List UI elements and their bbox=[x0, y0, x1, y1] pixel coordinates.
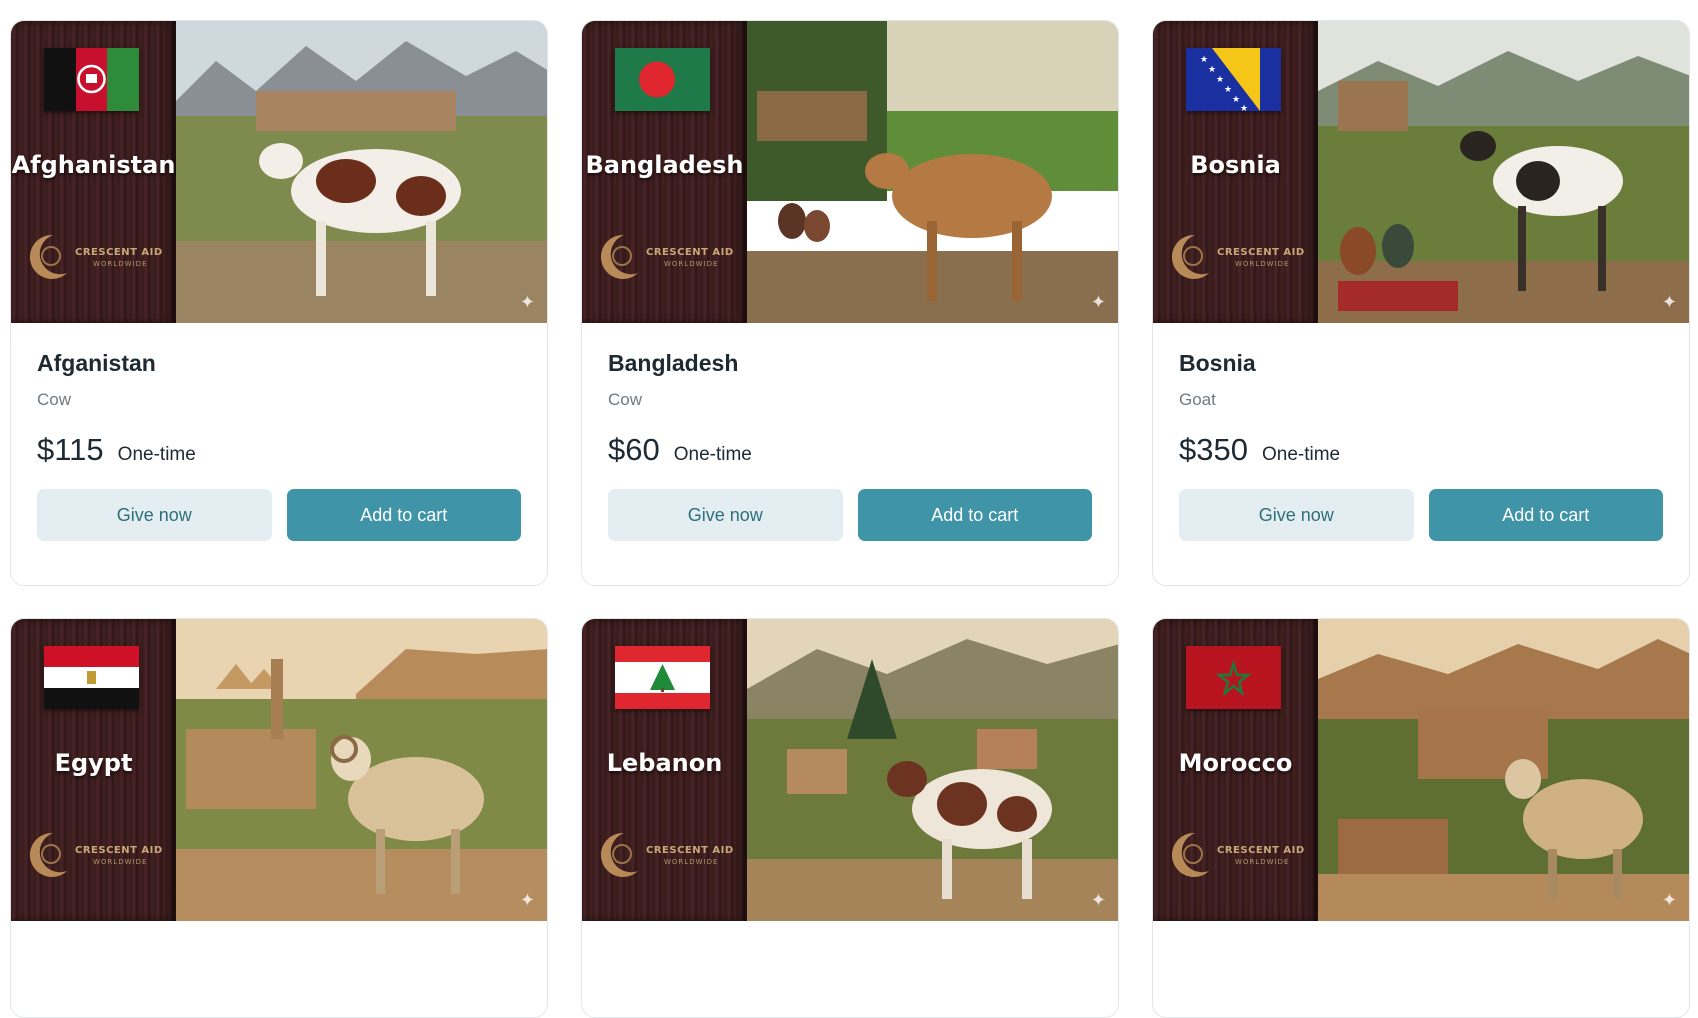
banner-wood-panel: ★ ★ ★ ★ ★ ★ Bosnia CRESCENT AID WORLDWID… bbox=[1153, 21, 1318, 323]
product-banner[interactable]: Bangladesh CRESCENT AID WORLDWIDE ✦ bbox=[582, 21, 1118, 323]
sheep-pyramids-illustration bbox=[176, 619, 547, 921]
crescent-aid-logo-icon: CRESCENT AID WORLDWIDE bbox=[27, 829, 172, 889]
add-to-cart-button[interactable]: Add to cart bbox=[857, 489, 1092, 541]
sparkle-icon: ✦ bbox=[1090, 890, 1106, 910]
banner-wood-panel: Egypt CRESCENT AID WORLDWIDE bbox=[11, 619, 176, 921]
frequency: One-time bbox=[673, 444, 752, 465]
morocco-flag-icon bbox=[1186, 646, 1281, 709]
price-row: $350 One-time bbox=[1179, 432, 1663, 472]
svg-text:★: ★ bbox=[1200, 54, 1208, 64]
price-row: $60 One-time bbox=[608, 432, 1092, 472]
crescent-aid-logo-icon: CRESCENT AID WORLDWIDE bbox=[1169, 829, 1314, 889]
sparkle-icon: ✦ bbox=[519, 890, 535, 910]
product-card: Morocco CRESCENT AID WORLDWIDE ✦ bbox=[1152, 618, 1690, 1018]
bangladesh-flag-icon bbox=[615, 48, 710, 111]
product-card: Afghanistan CRESCENT AID WORLDWIDE ✦ Afg… bbox=[10, 20, 548, 586]
svg-text:★: ★ bbox=[1208, 64, 1216, 74]
cow-village-illustration bbox=[176, 21, 547, 323]
product-banner[interactable]: Egypt CRESCENT AID WORLDWIDE ✦ bbox=[11, 619, 547, 921]
product-card: Egypt CRESCENT AID WORLDWIDE ✦ bbox=[10, 618, 548, 1018]
product-grid: Afghanistan CRESCENT AID WORLDWIDE ✦ Afg… bbox=[10, 20, 1690, 1018]
banner-wood-panel: Bangladesh CRESCENT AID WORLDWIDE bbox=[582, 21, 747, 323]
product-banner[interactable]: Afghanistan CRESCENT AID WORLDWIDE ✦ bbox=[11, 21, 547, 323]
crescent-aid-logo-icon: CRESCENT AID WORLDWIDE bbox=[27, 231, 172, 291]
egypt-flag-icon bbox=[44, 646, 139, 709]
crescent-aid-logo-icon: CRESCENT AID WORLDWIDE bbox=[598, 829, 743, 889]
svg-text:★: ★ bbox=[1216, 74, 1224, 84]
add-to-cart-button[interactable]: Add to cart bbox=[1428, 489, 1663, 541]
cow-rice-field-illustration bbox=[747, 21, 1118, 323]
crescent-aid-logo-icon: CRESCENT AID WORLDWIDE bbox=[598, 231, 743, 291]
afghanistan-flag-icon bbox=[44, 48, 139, 111]
product-title: Afganistan bbox=[37, 350, 156, 376]
svg-text:★: ★ bbox=[1224, 84, 1232, 94]
give-now-button[interactable]: Give now bbox=[1179, 489, 1414, 541]
banner-country-label: Afghanistan bbox=[11, 151, 176, 179]
product-banner[interactable]: Morocco CRESCENT AID WORLDWIDE ✦ bbox=[1153, 619, 1689, 921]
banner-country-label: Bosnia bbox=[1190, 151, 1281, 179]
product-banner[interactable]: ★ ★ ★ ★ ★ ★ Bosnia CRESCENT AID WORLDWID… bbox=[1153, 21, 1689, 323]
product-title: Bosnia bbox=[1179, 350, 1256, 376]
lebanon-flag-icon bbox=[615, 646, 710, 709]
goat-village-illustration bbox=[1318, 21, 1689, 323]
crescent-aid-logo-icon: CRESCENT AID WORLDWIDE bbox=[1169, 231, 1314, 291]
animal-type: Goat bbox=[1179, 390, 1216, 409]
price: $350 bbox=[1179, 432, 1248, 467]
banner-country-label: Lebanon bbox=[606, 749, 723, 777]
sparkle-icon: ✦ bbox=[519, 292, 535, 312]
cow-hills-illustration bbox=[747, 619, 1118, 921]
add-to-cart-button[interactable]: Add to cart bbox=[286, 489, 521, 541]
product-card: Lebanon CRESCENT AID WORLDWIDE ✦ bbox=[581, 618, 1119, 1018]
price: $115 bbox=[37, 432, 104, 467]
animal-type: Cow bbox=[37, 390, 72, 409]
frequency: One-time bbox=[1261, 444, 1341, 465]
sheep-kasbah-illustration bbox=[1318, 619, 1689, 921]
sparkle-icon: ✦ bbox=[1661, 292, 1677, 312]
price-row: $115 One-time bbox=[37, 432, 521, 472]
product-card: ★ ★ ★ ★ ★ ★ Bosnia CRESCENT AID WORLDWID… bbox=[1152, 20, 1690, 586]
banner-wood-panel: Afghanistan CRESCENT AID WORLDWIDE bbox=[11, 21, 176, 323]
animal-type: Cow bbox=[608, 390, 643, 409]
banner-country-label: Egypt bbox=[54, 749, 133, 777]
banner-country-label: Morocco bbox=[1178, 749, 1293, 777]
price: $60 bbox=[608, 432, 660, 467]
banner-wood-panel: Morocco CRESCENT AID WORLDWIDE bbox=[1153, 619, 1318, 921]
sparkle-icon: ✦ bbox=[1661, 890, 1677, 910]
svg-text:★: ★ bbox=[1240, 103, 1248, 111]
product-card: Bangladesh CRESCENT AID WORLDWIDE ✦ Bang… bbox=[581, 20, 1119, 586]
banner-country-label: Bangladesh bbox=[585, 151, 744, 179]
bosnia-flag-icon: ★ ★ ★ ★ ★ ★ bbox=[1186, 48, 1281, 111]
banner-wood-panel: Lebanon CRESCENT AID WORLDWIDE bbox=[582, 619, 747, 921]
product-banner[interactable]: Lebanon CRESCENT AID WORLDWIDE ✦ bbox=[582, 619, 1118, 921]
svg-text:★: ★ bbox=[1232, 94, 1240, 104]
frequency: One-time bbox=[117, 444, 196, 465]
sparkle-icon: ✦ bbox=[1090, 292, 1106, 312]
give-now-button[interactable]: Give now bbox=[608, 489, 843, 541]
give-now-button[interactable]: Give now bbox=[37, 489, 272, 541]
product-title: Bangladesh bbox=[608, 350, 739, 376]
